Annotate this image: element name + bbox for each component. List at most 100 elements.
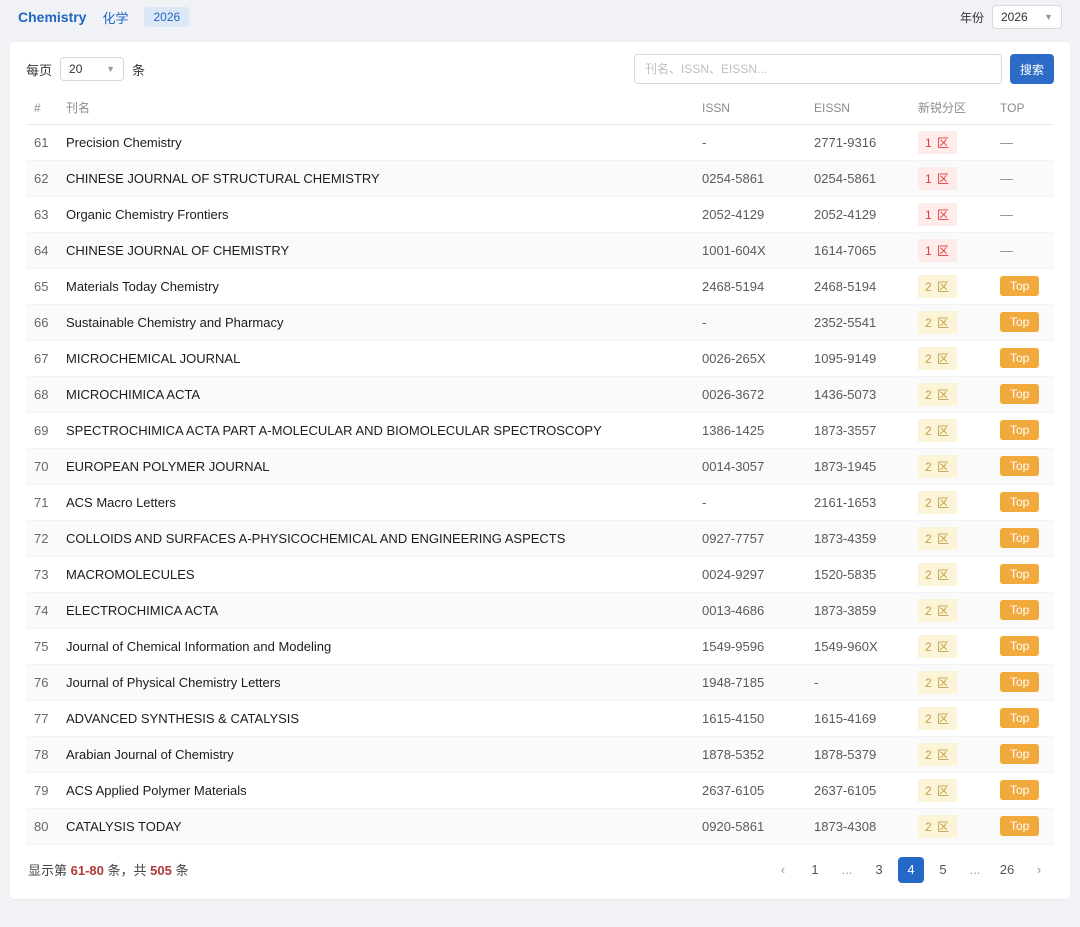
search-button[interactable]: 搜索 <box>1010 54 1054 84</box>
pagination: ‹1...345...26› <box>770 857 1052 883</box>
per-page-value: 20 <box>69 62 82 76</box>
journal-name[interactable]: ACS Applied Polymer Materials <box>58 772 694 808</box>
top-cell: — <box>992 232 1054 268</box>
journal-name[interactable]: MICROCHIMICA ACTA <box>58 376 694 412</box>
issn-value: 0026-265X <box>694 340 806 376</box>
top-badge: Top <box>1000 528 1039 548</box>
journal-name[interactable]: ADVANCED SYNTHESIS & CATALYSIS <box>58 700 694 736</box>
journal-name[interactable]: Precision Chemistry <box>58 124 694 160</box>
top-badge: Top <box>1000 276 1039 296</box>
page-number-1[interactable]: 1 <box>802 857 828 883</box>
zone-badge: 2 区 <box>918 563 957 586</box>
eissn-value: 1436-5073 <box>806 376 910 412</box>
header-zone: 新锐分区 <box>910 92 992 124</box>
zone-cell: 2 区 <box>910 700 992 736</box>
journal-name[interactable]: CHINESE JOURNAL OF CHEMISTRY <box>58 232 694 268</box>
issn-value: 0014-3057 <box>694 448 806 484</box>
journal-name[interactable]: Sustainable Chemistry and Pharmacy <box>58 304 694 340</box>
per-page-select[interactable]: 20 ▼ <box>60 57 124 81</box>
zone-badge: 2 区 <box>918 491 957 514</box>
journal-name[interactable]: EUROPEAN POLYMER JOURNAL <box>58 448 694 484</box>
row-number: 70 <box>26 448 58 484</box>
table-row: 73MACROMOLECULES0024-92971520-58352 区Top <box>26 556 1054 592</box>
year-tag[interactable]: 2026 <box>144 7 189 27</box>
row-number: 75 <box>26 628 58 664</box>
journal-name[interactable]: SPECTROCHIMICA ACTA PART A-MOLECULAR AND… <box>58 412 694 448</box>
chevron-down-icon: ▼ <box>106 65 115 74</box>
journal-name[interactable]: CATALYSIS TODAY <box>58 808 694 844</box>
journal-name[interactable]: Journal of Physical Chemistry Letters <box>58 664 694 700</box>
category-link-english[interactable]: Chemistry <box>18 9 86 25</box>
header-journal-name: 刊名 <box>58 92 694 124</box>
eissn-value: 1873-3859 <box>806 592 910 628</box>
zone-badge: 1 区 <box>918 167 957 190</box>
table-row: 70EUROPEAN POLYMER JOURNAL0014-30571873-… <box>26 448 1054 484</box>
row-number: 72 <box>26 520 58 556</box>
summary-prefix: 显示第 <box>28 863 67 878</box>
journal-name[interactable]: MACROMOLECULES <box>58 556 694 592</box>
journal-table: # 刊名 ISSN EISSN 新锐分区 TOP 61Precision Che… <box>26 92 1054 845</box>
row-number: 76 <box>26 664 58 700</box>
category-link-chinese[interactable]: 化学 <box>102 8 128 27</box>
next-page-button[interactable]: › <box>1026 857 1052 883</box>
table-controls: 每页 20 ▼ 条 搜索 <box>26 54 1054 84</box>
row-number: 66 <box>26 304 58 340</box>
top-cell: Top <box>992 628 1054 664</box>
page-number-26[interactable]: 26 <box>994 857 1020 883</box>
journal-name[interactable]: ACS Macro Letters <box>58 484 694 520</box>
journal-name[interactable]: Arabian Journal of Chemistry <box>58 736 694 772</box>
table-row: 77ADVANCED SYNTHESIS & CATALYSIS1615-415… <box>26 700 1054 736</box>
summary-total: 505 <box>150 863 172 878</box>
eissn-value: 2352-5541 <box>806 304 910 340</box>
issn-value: 1386-1425 <box>694 412 806 448</box>
row-number: 74 <box>26 592 58 628</box>
page-number-4[interactable]: 4 <box>898 857 924 883</box>
year-select[interactable]: 2026 ▼ <box>992 5 1062 29</box>
per-page-suffix-label: 条 <box>132 60 145 79</box>
topbar-left: Chemistry 化学 2026 <box>18 7 189 27</box>
zone-badge: 2 区 <box>918 707 957 730</box>
top-badge: Top <box>1000 816 1039 836</box>
page-ellipsis: ... <box>834 857 860 883</box>
journal-table-card: 每页 20 ▼ 条 搜索 # 刊名 ISSN EISSN 新锐分区 TOP <box>10 42 1070 899</box>
table-row: 63Organic Chemistry Frontiers2052-412920… <box>26 196 1054 232</box>
search-input[interactable] <box>634 54 1002 84</box>
issn-value: - <box>694 304 806 340</box>
row-number: 65 <box>26 268 58 304</box>
issn-value: - <box>694 484 806 520</box>
per-page-controls: 每页 20 ▼ 条 <box>26 57 145 81</box>
journal-name[interactable]: Journal of Chemical Information and Mode… <box>58 628 694 664</box>
no-top-dash: — <box>1000 171 1013 186</box>
table-row: 78Arabian Journal of Chemistry1878-53521… <box>26 736 1054 772</box>
journal-name[interactable]: MICROCHEMICAL JOURNAL <box>58 340 694 376</box>
top-badge: Top <box>1000 672 1039 692</box>
top-cell: Top <box>992 448 1054 484</box>
year-select-label: 年份 <box>960 9 984 26</box>
top-cell: Top <box>992 484 1054 520</box>
zone-badge: 1 区 <box>918 203 957 226</box>
row-number: 71 <box>26 484 58 520</box>
eissn-value: 1873-3557 <box>806 412 910 448</box>
top-badge: Top <box>1000 564 1039 584</box>
page-number-3[interactable]: 3 <box>866 857 892 883</box>
zone-cell: 1 区 <box>910 124 992 160</box>
per-page-label: 每页 <box>26 60 52 79</box>
row-number: 73 <box>26 556 58 592</box>
page-number-5[interactable]: 5 <box>930 857 956 883</box>
eissn-value: 2637-6105 <box>806 772 910 808</box>
row-number: 67 <box>26 340 58 376</box>
eissn-value: 1873-4308 <box>806 808 910 844</box>
summary-range: 61-80 <box>71 863 104 878</box>
journal-name[interactable]: CHINESE JOURNAL OF STRUCTURAL CHEMISTRY <box>58 160 694 196</box>
journal-name[interactable]: ELECTROCHIMICA ACTA <box>58 592 694 628</box>
zone-cell: 1 区 <box>910 232 992 268</box>
zone-cell: 2 区 <box>910 628 992 664</box>
header-top: TOP <box>992 92 1054 124</box>
journal-name[interactable]: COLLOIDS AND SURFACES A-PHYSICOCHEMICAL … <box>58 520 694 556</box>
top-cell: Top <box>992 772 1054 808</box>
top-cell: Top <box>992 340 1054 376</box>
prev-page-button[interactable]: ‹ <box>770 857 796 883</box>
header-eissn: EISSN <box>806 92 910 124</box>
journal-name[interactable]: Organic Chemistry Frontiers <box>58 196 694 232</box>
journal-name[interactable]: Materials Today Chemistry <box>58 268 694 304</box>
